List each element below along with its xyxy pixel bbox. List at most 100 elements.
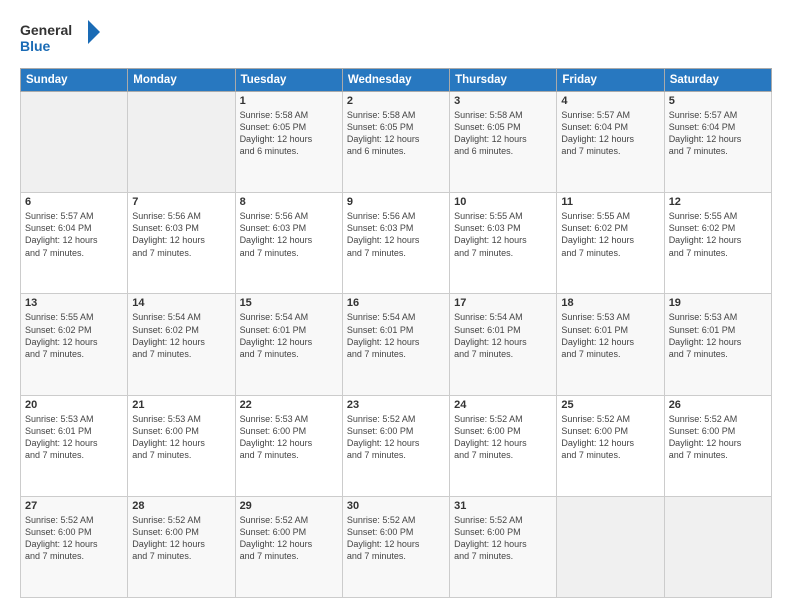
svg-text:Blue: Blue: [20, 38, 51, 54]
calendar-cell: 10 Sunrise: 5:55 AM Sunset: 6:03 PM Dayli…: [450, 193, 557, 294]
day-info: Sunrise: 5:55 AM Sunset: 6:02 PM Dayligh…: [561, 210, 659, 259]
day-number: 19: [669, 297, 767, 309]
day-number: 14: [132, 297, 230, 309]
day-info: Sunrise: 5:52 AM Sunset: 6:00 PM Dayligh…: [454, 413, 552, 462]
day-number: 15: [240, 297, 338, 309]
calendar-cell: [557, 496, 664, 597]
header-day-thursday: Thursday: [450, 69, 557, 92]
day-info: Sunrise: 5:55 AM Sunset: 6:03 PM Dayligh…: [454, 210, 552, 259]
day-info: Sunrise: 5:54 AM Sunset: 6:01 PM Dayligh…: [347, 311, 445, 360]
day-info: Sunrise: 5:54 AM Sunset: 6:01 PM Dayligh…: [454, 311, 552, 360]
calendar-cell: 1 Sunrise: 5:58 AM Sunset: 6:05 PM Daylig…: [235, 92, 342, 193]
day-info: Sunrise: 5:58 AM Sunset: 6:05 PM Dayligh…: [454, 109, 552, 158]
day-number: 26: [669, 399, 767, 411]
calendar-cell: 23Sunrise: 5:52 AM Sunset: 6:00 PM Dayli…: [342, 395, 449, 496]
day-number: 17: [454, 297, 552, 309]
day-info: Sunrise: 5:58 AM Sunset: 6:05 PM Dayligh…: [347, 109, 445, 158]
calendar-cell: 18Sunrise: 5:53 AM Sunset: 6:01 PM Dayli…: [557, 294, 664, 395]
header-day-tuesday: Tuesday: [235, 69, 342, 92]
header-day-saturday: Saturday: [664, 69, 771, 92]
day-info: Sunrise: 5:57 AM Sunset: 6:04 PM Dayligh…: [669, 109, 767, 158]
week-row-2: 6 Sunrise: 5:57 AM Sunset: 6:04 PM Daylig…: [21, 193, 772, 294]
day-number: 13: [25, 297, 123, 309]
day-number: 21: [132, 399, 230, 411]
day-info: Sunrise: 5:53 AM Sunset: 6:01 PM Dayligh…: [25, 413, 123, 462]
calendar-cell: 26Sunrise: 5:52 AM Sunset: 6:00 PM Dayli…: [664, 395, 771, 496]
day-number: 1: [240, 95, 338, 107]
day-number: 5: [669, 95, 767, 107]
day-number: 7: [132, 196, 230, 208]
day-number: 28: [132, 500, 230, 512]
logo-svg: General Blue: [20, 18, 100, 58]
calendar-cell: 27Sunrise: 5:52 AM Sunset: 6:00 PM Dayli…: [21, 496, 128, 597]
day-info: Sunrise: 5:58 AM Sunset: 6:05 PM Dayligh…: [240, 109, 338, 158]
header-day-wednesday: Wednesday: [342, 69, 449, 92]
calendar-cell: 4Sunrise: 5:57 AM Sunset: 6:04 PM Daylig…: [557, 92, 664, 193]
calendar-cell: 14 Sunrise: 5:54 AM Sunset: 6:02 PM Dayli…: [128, 294, 235, 395]
day-info: Sunrise: 5:52 AM Sunset: 6:00 PM Dayligh…: [454, 514, 552, 563]
day-number: 12: [669, 196, 767, 208]
week-row-4: 20 Sunrise: 5:53 AM Sunset: 6:01 PM Dayli…: [21, 395, 772, 496]
calendar-table: SundayMondayTuesdayWednesdayThursdayFrid…: [20, 68, 772, 598]
day-number: 18: [561, 297, 659, 309]
day-number: 24: [454, 399, 552, 411]
day-number: 29: [240, 500, 338, 512]
day-number: 30: [347, 500, 445, 512]
calendar-cell: 3 Sunrise: 5:58 AM Sunset: 6:05 PM Daylig…: [450, 92, 557, 193]
day-number: 6: [25, 196, 123, 208]
svg-text:General: General: [20, 22, 72, 38]
calendar-cell: [128, 92, 235, 193]
calendar-cell: 9 Sunrise: 5:56 AM Sunset: 6:03 PM Daylig…: [342, 193, 449, 294]
day-number: 16: [347, 297, 445, 309]
day-number: 25: [561, 399, 659, 411]
calendar-cell: 6 Sunrise: 5:57 AM Sunset: 6:04 PM Daylig…: [21, 193, 128, 294]
calendar-cell: 25Sunrise: 5:52 AM Sunset: 6:00 PM Dayli…: [557, 395, 664, 496]
day-number: 10: [454, 196, 552, 208]
day-info: Sunrise: 5:52 AM Sunset: 6:00 PM Dayligh…: [240, 514, 338, 563]
calendar-cell: 29 Sunrise: 5:52 AM Sunset: 6:00 PM Dayli…: [235, 496, 342, 597]
day-info: Sunrise: 5:56 AM Sunset: 6:03 PM Dayligh…: [132, 210, 230, 259]
day-info: Sunrise: 5:56 AM Sunset: 6:03 PM Dayligh…: [240, 210, 338, 259]
calendar-cell: 13Sunrise: 5:55 AM Sunset: 6:02 PM Dayli…: [21, 294, 128, 395]
day-number: 11: [561, 196, 659, 208]
calendar-cell: [664, 496, 771, 597]
header-row: SundayMondayTuesdayWednesdayThursdayFrid…: [21, 69, 772, 92]
day-info: Sunrise: 5:55 AM Sunset: 6:02 PM Dayligh…: [669, 210, 767, 259]
day-info: Sunrise: 5:57 AM Sunset: 6:04 PM Dayligh…: [25, 210, 123, 259]
calendar-cell: 28 Sunrise: 5:52 AM Sunset: 6:00 PM Dayli…: [128, 496, 235, 597]
day-number: 22: [240, 399, 338, 411]
calendar-cell: 17 Sunrise: 5:54 AM Sunset: 6:01 PM Dayli…: [450, 294, 557, 395]
day-info: Sunrise: 5:53 AM Sunset: 6:00 PM Dayligh…: [240, 413, 338, 462]
day-info: Sunrise: 5:56 AM Sunset: 6:03 PM Dayligh…: [347, 210, 445, 259]
header-day-sunday: Sunday: [21, 69, 128, 92]
calendar-cell: 8Sunrise: 5:56 AM Sunset: 6:03 PM Daylig…: [235, 193, 342, 294]
day-info: Sunrise: 5:57 AM Sunset: 6:04 PM Dayligh…: [561, 109, 659, 158]
header-day-friday: Friday: [557, 69, 664, 92]
day-number: 20: [25, 399, 123, 411]
day-info: Sunrise: 5:54 AM Sunset: 6:02 PM Dayligh…: [132, 311, 230, 360]
week-row-5: 27 Sunrise: 5:52 AM Sunset: 6:00 PM Dayli…: [21, 496, 772, 597]
calendar-cell: 2Sunrise: 5:58 AM Sunset: 6:05 PM Daylig…: [342, 92, 449, 193]
calendar-cell: 11 Sunrise: 5:55 AM Sunset: 6:02 PM Dayli…: [557, 193, 664, 294]
day-number: 27: [25, 500, 123, 512]
calendar-cell: 31 Sunrise: 5:52 AM Sunset: 6:00 PM Dayli…: [450, 496, 557, 597]
calendar-cell: 30Sunrise: 5:52 AM Sunset: 6:00 PM Dayli…: [342, 496, 449, 597]
calendar-cell: 7 Sunrise: 5:56 AM Sunset: 6:03 PM Daylig…: [128, 193, 235, 294]
day-info: Sunrise: 5:54 AM Sunset: 6:01 PM Dayligh…: [240, 311, 338, 360]
day-info: Sunrise: 5:53 AM Sunset: 6:00 PM Dayligh…: [132, 413, 230, 462]
calendar-cell: 16 Sunrise: 5:54 AM Sunset: 6:01 PM Dayli…: [342, 294, 449, 395]
header-day-monday: Monday: [128, 69, 235, 92]
week-row-3: 13Sunrise: 5:55 AM Sunset: 6:02 PM Dayli…: [21, 294, 772, 395]
day-number: 3: [454, 95, 552, 107]
day-number: 31: [454, 500, 552, 512]
calendar-cell: 12 Sunrise: 5:55 AM Sunset: 6:02 PM Dayli…: [664, 193, 771, 294]
day-number: 9: [347, 196, 445, 208]
day-info: Sunrise: 5:52 AM Sunset: 6:00 PM Dayligh…: [132, 514, 230, 563]
calendar-cell: 24 Sunrise: 5:52 AM Sunset: 6:00 PM Dayli…: [450, 395, 557, 496]
calendar-cell: 15 Sunrise: 5:54 AM Sunset: 6:01 PM Dayli…: [235, 294, 342, 395]
calendar-cell: 5 Sunrise: 5:57 AM Sunset: 6:04 PM Daylig…: [664, 92, 771, 193]
calendar-page: General Blue SundayMondayTuesdayWednesda…: [0, 0, 792, 612]
calendar-cell: 22 Sunrise: 5:53 AM Sunset: 6:00 PM Dayli…: [235, 395, 342, 496]
calendar-cell: 20 Sunrise: 5:53 AM Sunset: 6:01 PM Dayli…: [21, 395, 128, 496]
week-row-1: 1 Sunrise: 5:58 AM Sunset: 6:05 PM Daylig…: [21, 92, 772, 193]
